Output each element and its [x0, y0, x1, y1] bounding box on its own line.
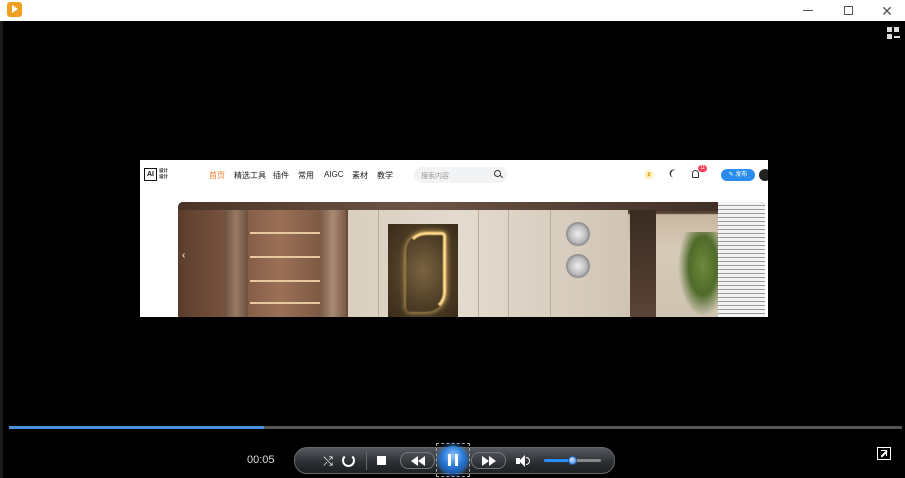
switch-to-compact-mode-button[interactable] — [877, 447, 891, 460]
site-nav-item: 首页 — [209, 171, 225, 180]
volume-slider[interactable] — [544, 456, 601, 465]
site-publish-button: ✎ 发布 — [721, 169, 755, 181]
site-nav-item: 插件 — [273, 171, 289, 180]
interior-hero-image: ‹ — [178, 202, 765, 317]
shuffle-button[interactable]: ⤭ — [321, 453, 335, 468]
rewind-button[interactable] — [400, 452, 435, 469]
maximize-icon — [843, 6, 853, 15]
video-display[interactable]: AI 设计 设计 首页 精选工具 插件 常用 AIGC 素材 教学 搜索内容 ⧗… — [140, 160, 768, 317]
media-player-window: ✕ AI 设计 设计 首页 精选工具 插件 常用 AIGC 素材 教学 搜索内容 — [0, 0, 905, 478]
bell-icon — [692, 170, 699, 178]
seek-bar-progress — [9, 426, 264, 429]
fast-forward-icon — [481, 455, 489, 466]
switch-view-mode-button[interactable] — [887, 27, 900, 39]
elapsed-time: 00:05 — [247, 454, 275, 466]
site-logo: AI — [144, 168, 157, 181]
chevron-left-icon: ‹ — [182, 250, 186, 261]
close-button[interactable]: ✕ — [867, 0, 905, 21]
rewind-icon — [410, 455, 418, 466]
divider — [366, 452, 367, 470]
seek-bar[interactable] — [9, 426, 902, 429]
media-player-icon — [7, 2, 22, 17]
minimize-icon — [803, 10, 813, 11]
site-nav-item: 素材 — [352, 171, 368, 180]
fast-forward-button[interactable] — [471, 452, 506, 469]
site-logo-text: 设计 设计 — [159, 168, 168, 179]
title-bar: ✕ — [0, 0, 905, 21]
notification-badge: 11 — [698, 165, 708, 172]
moon-icon — [670, 169, 680, 179]
video-site-header: AI 设计 设计 首页 精选工具 插件 常用 AIGC 素材 教学 搜索内容 ⧗… — [140, 160, 768, 190]
volume-slider-handle[interactable] — [568, 456, 577, 465]
window-border — [0, 21, 3, 478]
search-icon — [494, 170, 501, 177]
hourglass-icon: ⧗ — [644, 170, 654, 180]
minimize-button[interactable] — [788, 0, 828, 21]
site-nav-item: AIGC — [324, 170, 344, 179]
site-search-box: 搜索内容 — [414, 167, 507, 183]
maximize-button[interactable] — [828, 0, 868, 21]
site-nav-item: 常用 — [298, 171, 314, 180]
avatar — [759, 169, 768, 181]
close-icon: ✕ — [881, 2, 893, 19]
shuffle-icon: ⤭ — [323, 453, 333, 468]
repeat-button[interactable] — [342, 454, 355, 467]
site-nav-item: 教学 — [377, 171, 393, 180]
site-nav-item: 精选工具 — [234, 171, 266, 180]
mute-button[interactable] — [516, 455, 530, 467]
pause-icon — [439, 446, 467, 474]
stop-button[interactable] — [377, 456, 386, 465]
volume-icon — [526, 457, 530, 465]
site-search-placeholder: 搜索内容 — [421, 173, 449, 180]
pause-button[interactable] — [436, 443, 470, 477]
